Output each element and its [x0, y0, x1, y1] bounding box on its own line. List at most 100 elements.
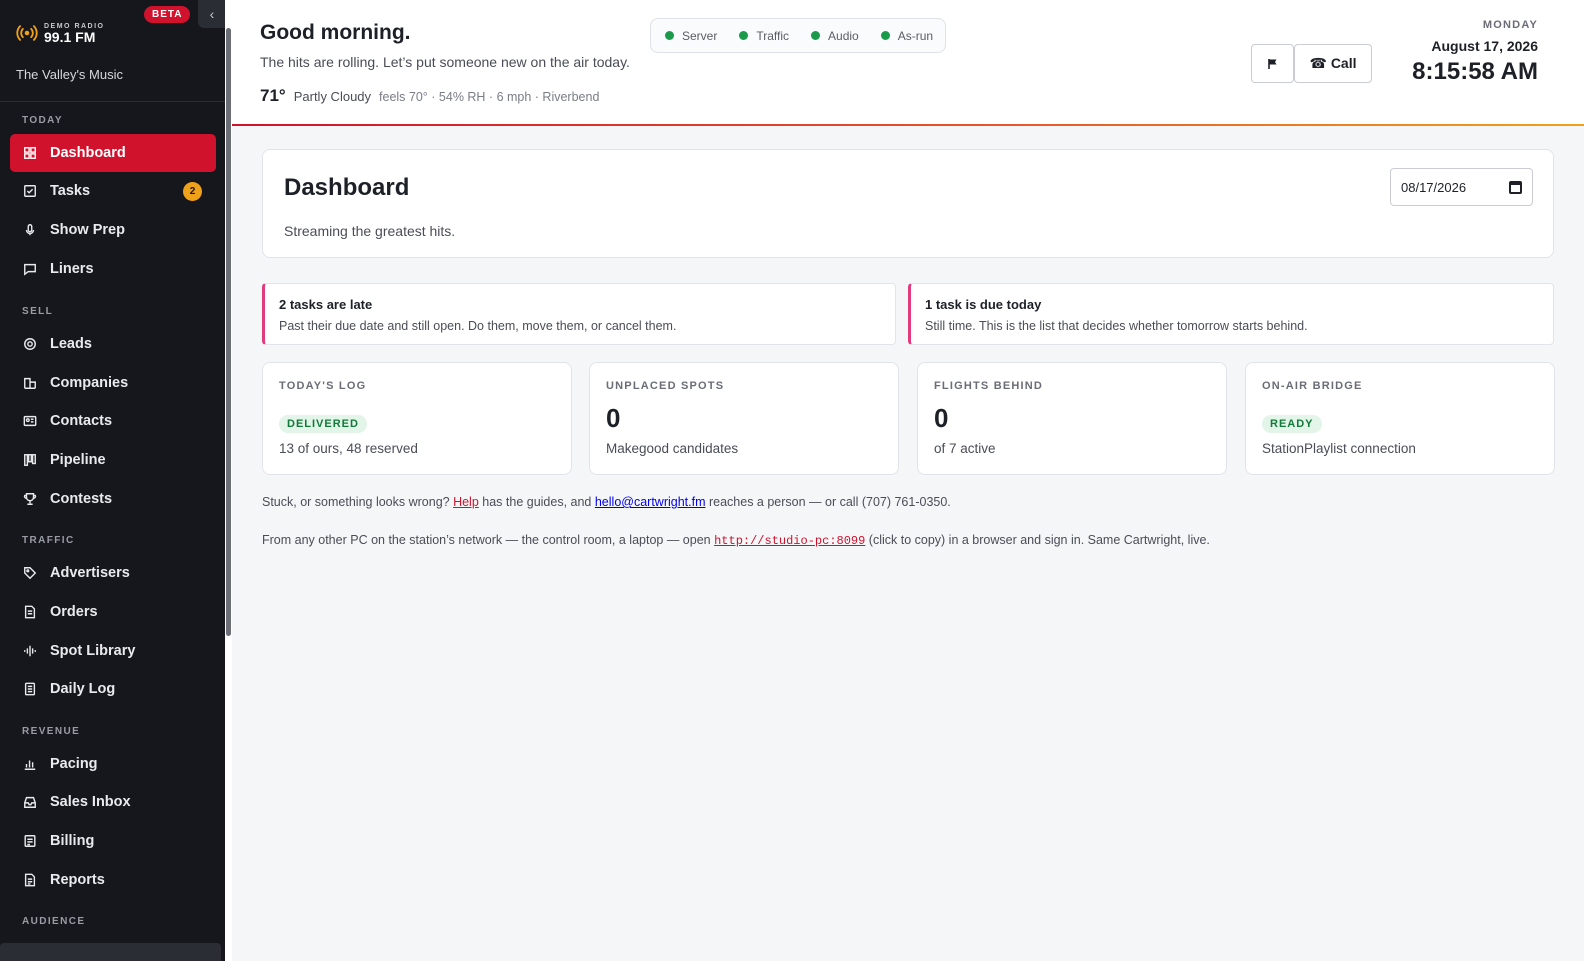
header-accent-line — [232, 124, 1584, 126]
sidebar-item-daily-log[interactable]: Daily Log — [10, 670, 216, 708]
clock-time: 8:15:58 AM — [1412, 58, 1538, 85]
collapse-sidebar-button[interactable]: ‹ — [198, 0, 226, 28]
stat-desc: of 7 active — [934, 441, 996, 456]
help-text: Stuck, or something looks wrong? Help ha… — [262, 495, 951, 509]
sidebar-item-pipeline[interactable]: Pipeline — [10, 441, 216, 479]
status-ok-icon — [739, 31, 749, 40]
sidebar-item-label: Reports — [50, 872, 105, 888]
building-icon — [22, 375, 38, 391]
stat-desc: 13 of ours, 48 reserved — [279, 441, 418, 456]
brand-frequency: 99.1 FM — [44, 28, 96, 45]
network-text-part: (click to copy) in a browser and sign in… — [865, 533, 1210, 547]
sidebar-item-contests[interactable]: Contests — [10, 480, 216, 518]
trophy-icon — [22, 491, 38, 507]
alert-title: 1 task is due today — [925, 297, 1042, 312]
section-today: TODAY — [22, 115, 63, 126]
clock-day: MONDAY — [1482, 19, 1538, 31]
stat-on-air-bridge[interactable]: ON-AIR BRIDGE READY StationPlaylist conn… — [1245, 362, 1555, 475]
sidebar-item-billing[interactable]: Billing — [10, 822, 216, 860]
sidebar-scrollbar-thumb[interactable] — [226, 28, 231, 636]
stat-desc: Makegood candidates — [606, 441, 739, 456]
call-button[interactable]: ☎ Call — [1294, 44, 1372, 83]
weather-temp: 71° — [260, 86, 286, 105]
sidebar-item-contacts[interactable]: Contacts — [10, 402, 216, 440]
section-sell: SELL — [22, 306, 54, 317]
help-text-part: Stuck, or something looks wrong? — [262, 495, 454, 509]
alert-late-tasks[interactable]: 2 tasks are late Past their due date and… — [262, 283, 896, 345]
list-document-icon — [22, 681, 38, 697]
sidebar-item-companies[interactable]: Companies — [10, 364, 216, 402]
stat-value: 0 — [934, 403, 949, 433]
status-asrun: As-run — [880, 29, 933, 43]
status-label: Audio — [828, 28, 859, 43]
sidebar-item-orders[interactable]: Orders — [10, 593, 216, 631]
status-ok-icon — [665, 31, 674, 40]
status-server: Server — [665, 29, 717, 43]
stat-flights-behind[interactable]: FLIGHTS BEHIND 0 of 7 active — [917, 362, 1227, 475]
stat-desc: StationPlaylist connection — [1262, 441, 1416, 456]
help-link[interactable]: Help — [453, 495, 479, 509]
stat-label: FLIGHTS BEHIND — [934, 380, 1044, 392]
sidebar-item-reports[interactable]: Reports — [10, 861, 216, 899]
calendar-icon[interactable] — [1509, 180, 1522, 194]
flag-button[interactable] — [1251, 44, 1294, 83]
sidebar-item-leads[interactable]: Leads — [10, 325, 216, 363]
status-label: Traffic — [756, 28, 790, 43]
sidebar-item-partial[interactable] — [0, 943, 221, 961]
alert-text: Past their due date and still open. Do t… — [279, 319, 677, 333]
sidebar-item-label: Orders — [50, 604, 98, 620]
weather-detail: feels 70° · 54% RH · 6 mph · Riverbend — [379, 90, 600, 104]
network-url-copy[interactable]: http://studio-pc:8099 — [714, 534, 865, 548]
date-picker-input[interactable]: 08/17/2026 — [1390, 168, 1533, 206]
checkbox-icon — [22, 183, 38, 199]
sidebar-item-label: Billing — [50, 833, 95, 849]
stat-unplaced-spots[interactable]: UNPLACED SPOTS 0 Makegood candidates — [589, 362, 899, 475]
stat-label: ON-AIR BRIDGE — [1262, 380, 1363, 392]
microphone-icon — [22, 222, 38, 238]
stat-label: TODAY'S LOG — [279, 380, 367, 392]
sidebar-item-liners[interactable]: Liners — [10, 250, 216, 288]
radio-wave-icon — [16, 25, 38, 41]
page-header-card: Dashboard Streaming the greatest hits. 0… — [262, 149, 1554, 258]
status-label: Server — [682, 28, 718, 43]
sidebar-item-label: Liners — [50, 261, 94, 277]
network-text-part: From any other PC on the station’s netwo… — [262, 533, 715, 547]
audio-wave-icon — [22, 643, 38, 659]
sidebar-item-tasks[interactable]: Tasks 2 — [10, 172, 216, 210]
system-status: Server Traffic Audio As-run — [650, 18, 947, 53]
sidebar-item-dashboard[interactable]: Dashboard — [10, 134, 216, 172]
greeting-subtitle: The hits are rolling. Let’s put someone … — [260, 54, 630, 70]
sidebar-item-sales-inbox[interactable]: Sales Inbox — [10, 783, 216, 821]
sidebar-item-advertisers[interactable]: Advertisers — [10, 554, 216, 592]
document-icon — [22, 604, 38, 620]
sidebar-item-label: Sales Inbox — [50, 794, 131, 810]
sidebar-item-show-prep[interactable]: Show Prep — [10, 211, 216, 249]
dashboard-icon — [22, 145, 38, 161]
alert-title: 2 tasks are late — [279, 297, 373, 312]
alert-text: Still time. This is the list that decide… — [925, 319, 1308, 333]
brand-logo[interactable]: DEMO RADIO 99.1 FM — [16, 22, 105, 44]
top-header: Good morning. The hits are rolling. Let’… — [232, 0, 1584, 126]
weather-widget: 71° Partly Cloudy feels 70° · 54% RH · 6… — [260, 86, 599, 106]
station-tagline: The Valley's Music — [16, 67, 123, 82]
stat-value: 0 — [606, 403, 621, 433]
report-icon — [22, 872, 38, 888]
stat-todays-log[interactable]: TODAY'S LOG DELIVERED 13 of ours, 48 res… — [262, 362, 572, 475]
help-text-part: has the guides, and — [478, 495, 595, 509]
sidebar-item-pacing[interactable]: Pacing — [10, 745, 216, 783]
sidebar-divider — [0, 101, 225, 102]
sidebar-item-spot-library[interactable]: Spot Library — [10, 632, 216, 670]
sidebar-item-label: Advertisers — [50, 565, 130, 581]
email-link[interactable]: hello@cartwright.fm — [595, 495, 706, 509]
sidebar-item-label: Dashboard — [50, 145, 126, 161]
beta-badge: BETA — [144, 6, 191, 23]
sidebar-item-label: Tasks — [50, 183, 91, 199]
page-subtitle: Streaming the greatest hits. — [284, 223, 456, 239]
sidebar-item-label: Contacts — [50, 413, 113, 429]
status-badge: READY — [1262, 415, 1322, 433]
sidebar-item-label: Show Prep — [50, 222, 125, 238]
sidebar-item-label: Spot Library — [50, 643, 136, 659]
alert-due-today[interactable]: 1 task is due today Still time. This is … — [908, 283, 1554, 345]
sidebar-item-label: Daily Log — [50, 681, 116, 697]
weather-condition: Partly Cloudy — [293, 89, 372, 104]
